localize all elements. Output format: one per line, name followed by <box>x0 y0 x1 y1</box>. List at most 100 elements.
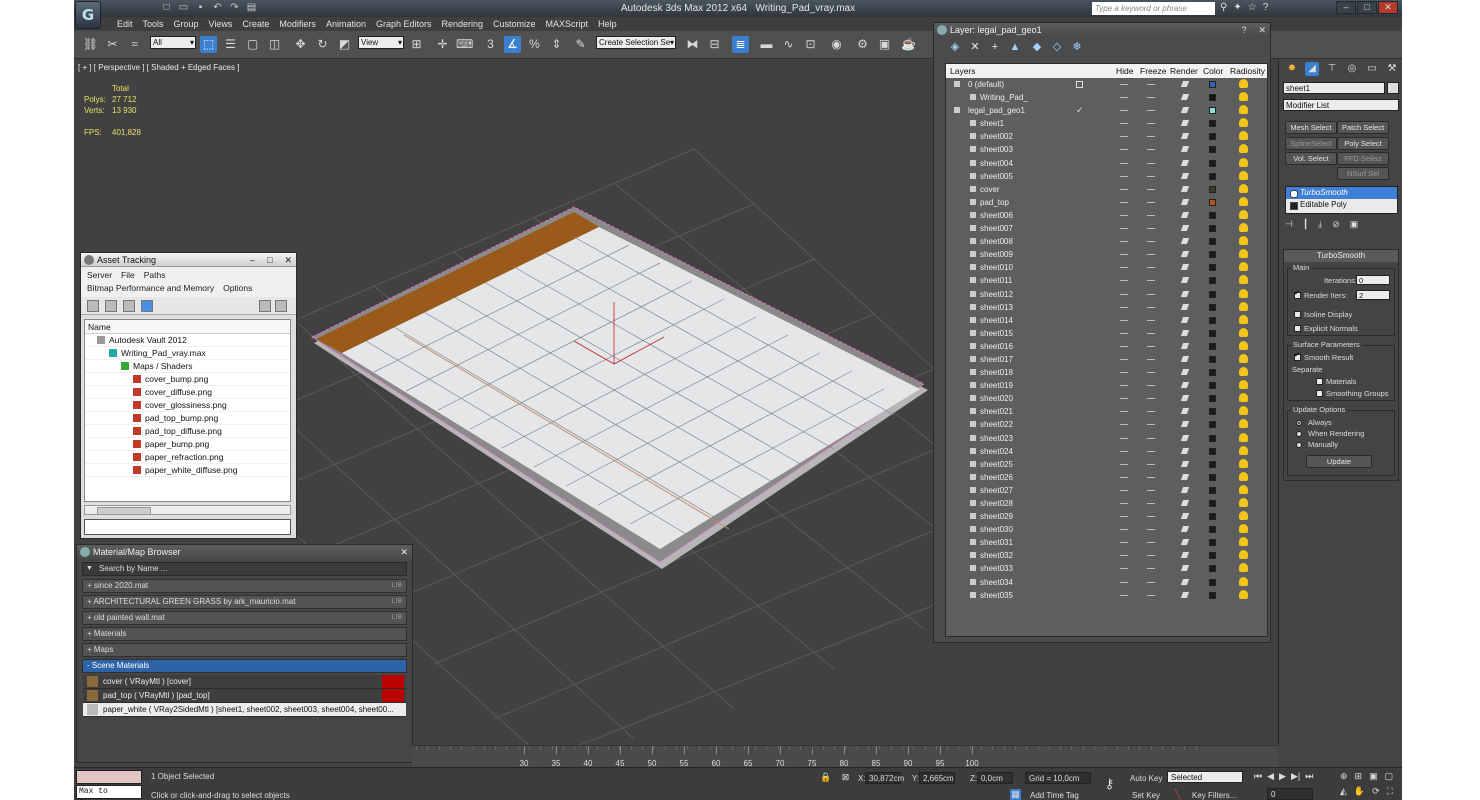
asset-list-item[interactable]: paper_bump.png <box>85 438 290 451</box>
update-always-radio[interactable] <box>1296 420 1302 426</box>
freeze-toggle[interactable] <box>1147 529 1155 531</box>
radiosity-bulb-icon[interactable] <box>1239 79 1248 88</box>
render-toggle-icon[interactable] <box>1180 159 1190 166</box>
hide-toggle[interactable] <box>1120 489 1128 491</box>
layer-row[interactable]: sheet035 <box>946 589 1267 602</box>
render-toggle-icon[interactable] <box>1180 395 1190 402</box>
hide-toggle[interactable] <box>1120 568 1128 570</box>
radiosity-bulb-icon[interactable] <box>1239 432 1248 442</box>
hide-toggle[interactable] <box>1120 110 1128 112</box>
radiosity-bulb-icon[interactable] <box>1239 249 1248 259</box>
freeze-toggle[interactable] <box>1147 280 1155 282</box>
layer-color-swatch[interactable] <box>1209 578 1216 586</box>
material-library-row[interactable]: + Maps <box>82 643 407 657</box>
layer-row[interactable]: sheet008 <box>946 235 1267 248</box>
absolute-mode-icon[interactable]: ⊠ <box>840 772 851 783</box>
render-production-icon[interactable]: ☕ <box>900 36 917 53</box>
layer-row[interactable]: sheet021 <box>946 405 1267 418</box>
hide-toggle[interactable] <box>1120 175 1128 177</box>
radiosity-bulb-icon[interactable] <box>1239 236 1248 246</box>
freeze-toggle[interactable] <box>1147 228 1155 230</box>
hide-toggle[interactable] <box>1120 149 1128 151</box>
col-layers[interactable]: Layers <box>950 64 976 78</box>
radiosity-bulb-icon[interactable] <box>1239 524 1248 534</box>
scene-material-item[interactable]: pad_top ( VRayMtl ) [pad_top] <box>83 689 406 703</box>
layer-row[interactable]: cover <box>946 183 1267 196</box>
hide-toggle[interactable] <box>1120 123 1128 125</box>
layer-manager-icon[interactable]: ≣ <box>732 36 749 53</box>
layer-color-swatch[interactable] <box>1209 133 1216 141</box>
maximize-icon[interactable]: □ <box>1357 1 1377 14</box>
next-frame-icon[interactable]: ▶| <box>1291 771 1300 782</box>
bind-spacewarp-icon[interactable]: ≈ <box>126 36 143 53</box>
render-toggle-icon[interactable] <box>1180 238 1190 245</box>
selection-filter-dropdown[interactable]: All <box>150 36 196 49</box>
layer-row[interactable]: 0 (default) <box>946 78 1267 91</box>
menu-item-animation[interactable]: Animation <box>321 17 371 31</box>
freeze-toggle[interactable] <box>1147 110 1155 112</box>
rotate-icon[interactable]: ↻ <box>314 36 331 53</box>
asset-list-scrollbar[interactable] <box>84 505 291 515</box>
layer-manager-titlebar[interactable]: Layer: legal_pad_geo1 ? ✕ <box>934 23 1270 37</box>
hide-toggle[interactable] <box>1120 97 1128 99</box>
freeze-toggle[interactable] <box>1147 306 1155 308</box>
layer-row[interactable]: sheet019 <box>946 379 1267 392</box>
hide-toggle[interactable] <box>1120 555 1128 557</box>
freeze-toggle[interactable] <box>1147 476 1155 478</box>
asset-list-item[interactable]: cover_glossiness.png <box>85 399 290 412</box>
radiosity-bulb-icon[interactable] <box>1239 157 1248 167</box>
hide-toggle[interactable] <box>1120 437 1128 439</box>
object-name-field[interactable]: sheet1 <box>1283 82 1385 94</box>
motion-tab-icon[interactable]: ◎ <box>1345 62 1359 76</box>
radiosity-bulb-icon[interactable] <box>1239 576 1248 586</box>
menu-item-edit[interactable]: Edit <box>112 17 138 31</box>
modifier-button-patch-select[interactable]: Patch Select <box>1337 121 1389 134</box>
freeze-toggle[interactable] <box>1147 555 1155 557</box>
layer-row[interactable]: sheet029 <box>946 510 1267 523</box>
layer-color-swatch[interactable] <box>1209 211 1216 219</box>
render-toggle-icon[interactable] <box>1180 81 1190 87</box>
layer-row[interactable]: sheet004 <box>946 157 1267 170</box>
hide-toggle[interactable] <box>1120 398 1128 400</box>
freeze-toggle[interactable] <box>1147 345 1155 347</box>
render-toggle-icon[interactable] <box>1180 211 1190 218</box>
freeze-toggle[interactable] <box>1147 411 1155 413</box>
render-toggle-icon[interactable] <box>1180 185 1190 192</box>
radiosity-bulb-icon[interactable] <box>1239 340 1248 350</box>
freeze-toggle[interactable] <box>1147 463 1155 465</box>
layer-color-swatch[interactable] <box>1209 264 1216 272</box>
radiosity-bulb-icon[interactable] <box>1239 458 1248 468</box>
asset-list-item[interactable]: cover_diffuse.png <box>85 386 290 399</box>
hide-toggle[interactable] <box>1120 267 1128 269</box>
hide-toggle[interactable] <box>1120 358 1128 360</box>
hide-toggle[interactable] <box>1120 280 1128 282</box>
menu-item-help[interactable]: Help <box>593 17 622 31</box>
layer-row[interactable]: Writing_Pad_ <box>946 91 1267 104</box>
keyboard-shortcut-icon[interactable]: ⌨ <box>456 36 473 53</box>
maxscript-mini-listener[interactable]: Max to Physc. <box>76 785 142 800</box>
freeze-toggle[interactable] <box>1147 201 1155 203</box>
radiosity-bulb-icon[interactable] <box>1239 131 1248 141</box>
render-toggle-icon[interactable] <box>1180 303 1190 310</box>
modifier-button-poly-select[interactable]: Poly Select <box>1337 137 1389 150</box>
maximize-viewport-icon[interactable]: ⛶ <box>1387 786 1393 797</box>
freeze-toggle[interactable] <box>1147 136 1155 138</box>
material-library-row[interactable]: + ARCHITECTURAL GREEN GRASS by ark_mauri… <box>82 595 407 609</box>
asset-list-item[interactable]: cover_bump.png <box>85 373 290 386</box>
layer-color-swatch[interactable] <box>1209 395 1216 403</box>
menu-item-graph-editors[interactable]: Graph Editors <box>371 17 437 31</box>
asset-list-item[interactable]: pad_top_bump.png <box>85 412 290 425</box>
layer-row[interactable]: sheet026 <box>946 471 1267 484</box>
menu-item-tools[interactable]: Tools <box>138 17 169 31</box>
render-toggle-icon[interactable] <box>1180 329 1190 336</box>
graphite-ribbon-icon[interactable]: ▬ <box>758 36 775 53</box>
set-key-button[interactable]: Set Key <box>1132 791 1160 800</box>
viewport-label[interactable]: [ + ] [ Perspective ] [ Shaded + Edged F… <box>78 63 239 72</box>
separate-materials-checkbox[interactable] <box>1316 378 1323 385</box>
freeze-toggle[interactable] <box>1147 175 1155 177</box>
maximize-icon[interactable]: □ <box>267 253 272 267</box>
layer-row[interactable]: sheet014 <box>946 314 1267 327</box>
close-icon[interactable]: ✕ <box>400 545 408 559</box>
create-tab-icon[interactable]: ✸ <box>1285 62 1299 76</box>
radiosity-bulb-icon[interactable] <box>1239 262 1248 272</box>
